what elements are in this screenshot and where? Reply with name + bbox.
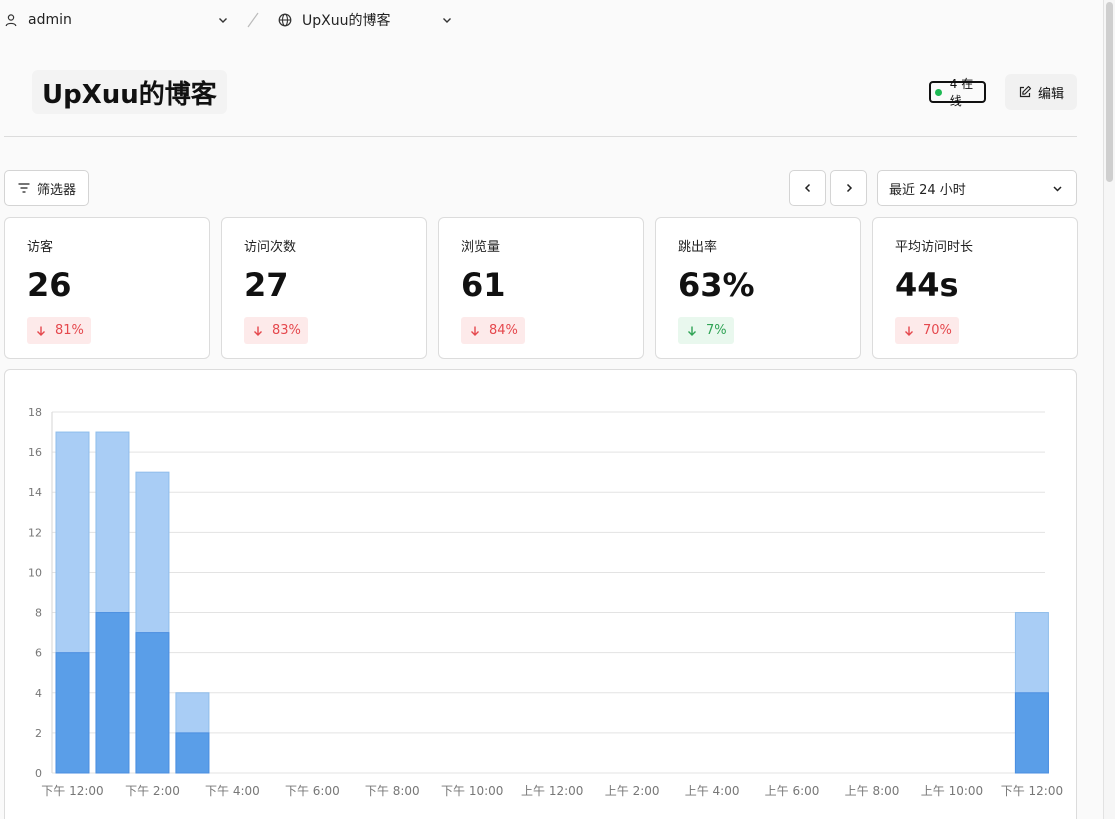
x-tick-label: 下午 4:00 <box>205 784 260 798</box>
vertical-scrollbar[interactable] <box>1103 0 1115 819</box>
metric-value: 61 <box>461 266 506 304</box>
metric-card-pageviews: 浏览量 61 84% <box>438 217 644 359</box>
x-tick-label: 下午 2:00 <box>125 784 180 798</box>
y-tick-label: 18 <box>28 406 42 419</box>
bar-visitors <box>135 632 170 774</box>
x-tick-label: 下午 12:00 <box>1001 784 1063 798</box>
breadcrumb-separator <box>247 12 259 28</box>
metric-change-value: 84% <box>489 323 518 338</box>
metric-change-value: 7% <box>706 323 727 338</box>
x-tick-label: 上午 8:00 <box>845 784 900 798</box>
previous-period-button[interactable] <box>789 170 826 206</box>
pageviews-chart-card: 0 2 4 6 8 10 12 14 16 18 下午 12:00 下午 2:00 下午 4:00 下午 … <box>4 369 1077 819</box>
page-title-container: UpXuu的博客 <box>32 70 227 114</box>
metric-change-value: 70% <box>923 323 952 338</box>
globe-icon <box>278 13 292 27</box>
metric-change-badge: 70% <box>895 317 959 344</box>
top-navigation: admin UpXuu的博客 <box>0 0 1115 40</box>
chevron-right-icon <box>846 183 852 193</box>
y-tick-label: 6 <box>35 647 42 660</box>
pageviews-bar-chart: 0 2 4 6 8 10 12 14 16 18 下午 12:00 下午 2:00 下午 4:00 下午 … <box>28 406 1063 798</box>
metric-change-value: 81% <box>55 323 84 338</box>
online-badge[interactable]: 4 在线 <box>929 77 986 108</box>
next-period-button[interactable] <box>830 170 867 206</box>
filter-button[interactable]: 筛选器 <box>4 170 89 206</box>
x-tick-label: 上午 12:00 <box>521 784 583 798</box>
metric-card-bounce-rate: 跳出率 63% 7% <box>655 217 861 359</box>
metric-value: 44s <box>895 266 959 304</box>
date-range-value: 最近 24 小时 <box>889 182 966 198</box>
bar-visitors <box>95 612 130 774</box>
metric-change-badge: 7% <box>678 317 734 344</box>
y-tick-label: 14 <box>28 486 42 499</box>
filter-label: 筛选器 <box>36 182 76 198</box>
metric-value: 26 <box>27 266 72 304</box>
arrow-down-icon <box>688 326 696 336</box>
y-tick-label: 10 <box>28 566 42 579</box>
chevron-down-icon[interactable] <box>440 13 454 27</box>
y-tick-label: 4 <box>35 687 42 700</box>
metric-card-visits: 访问次数 27 83% <box>221 217 427 359</box>
team-name: admin <box>28 12 72 28</box>
metric-label: 跳出率 <box>678 240 718 255</box>
bar-visitors <box>55 652 90 774</box>
metric-change-badge: 83% <box>244 317 308 344</box>
metric-change-badge: 84% <box>461 317 525 344</box>
y-tick-label: 0 <box>35 767 42 780</box>
bar-visitors <box>175 732 210 774</box>
y-tick-label: 12 <box>28 526 42 539</box>
page-title: UpXuu的博客 <box>42 79 217 110</box>
header-divider <box>4 136 1077 137</box>
arrow-down-icon <box>37 326 45 336</box>
x-tick-label: 上午 10:00 <box>921 784 983 798</box>
arrow-down-icon <box>471 326 479 336</box>
x-tick-label: 下午 6:00 <box>285 784 340 798</box>
arrow-down-icon <box>905 326 913 336</box>
website-name: UpXuu的博客 <box>302 13 391 29</box>
date-range-select[interactable]: 最近 24 小时 <box>877 170 1077 206</box>
x-tick-label: 上午 6:00 <box>765 784 820 798</box>
metric-label: 访客 <box>27 240 54 255</box>
metric-value: 27 <box>244 266 289 304</box>
filter-icon <box>18 183 30 193</box>
chevron-down-icon <box>1053 186 1062 192</box>
metric-card-visitors: 访客 26 81% <box>4 217 210 359</box>
metric-card-avg-visit-time: 平均访问时长 44s 70% <box>872 217 1078 359</box>
arrow-down-icon <box>254 326 262 336</box>
x-tick-label: 下午 10:00 <box>441 784 503 798</box>
team-selector[interactable]: admin <box>4 10 227 30</box>
chevron-down-icon[interactable] <box>216 13 230 27</box>
metric-label: 平均访问时长 <box>895 240 974 255</box>
website-selector[interactable]: UpXuu的博客 <box>278 10 451 30</box>
online-dot-icon <box>935 88 942 96</box>
edit-icon <box>1019 85 1032 98</box>
bar-visitors <box>1014 692 1049 774</box>
x-tick-label: 上午 2:00 <box>605 784 660 798</box>
user-icon <box>5 14 17 27</box>
metric-change-value: 83% <box>272 323 301 338</box>
x-tick-label: 下午 12:00 <box>41 784 103 798</box>
scrollbar-thumb[interactable] <box>1106 2 1113 182</box>
metric-label: 访问次数 <box>244 240 297 255</box>
y-tick-label: 16 <box>28 446 42 459</box>
y-tick-label: 8 <box>35 607 42 620</box>
x-tick-label: 下午 8:00 <box>365 784 420 798</box>
metric-change-badge: 81% <box>27 317 91 344</box>
chevron-left-icon <box>804 183 810 193</box>
metric-label: 浏览量 <box>461 240 501 255</box>
x-tick-label: 上午 4:00 <box>685 784 740 798</box>
edit-button[interactable]: 编辑 <box>1005 74 1077 110</box>
y-tick-label: 2 <box>35 727 42 740</box>
edit-label: 编辑 <box>1037 86 1064 102</box>
online-count: 4 在线 <box>949 77 974 108</box>
metric-value: 63% <box>678 266 755 304</box>
